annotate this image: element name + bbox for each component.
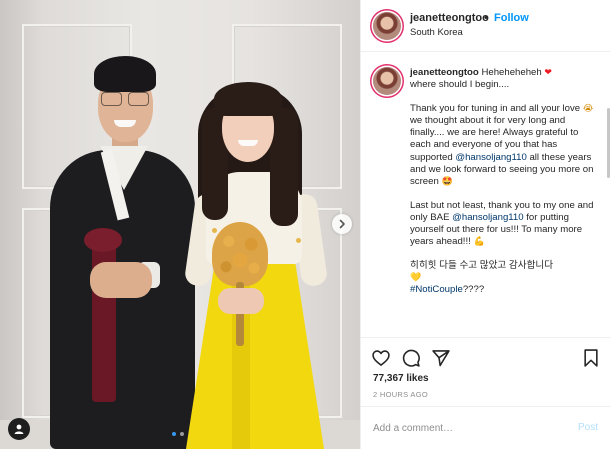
like-button[interactable] — [370, 347, 392, 369]
header-username[interactable]: jeanetteongtoo — [410, 12, 489, 24]
blouse-pattern-dot — [296, 238, 301, 243]
caption-line: Thank you for tuning in and all your lov… — [410, 103, 581, 115]
add-comment-bar: Post — [361, 406, 610, 449]
hashtag-suffix: ???? — [462, 284, 485, 296]
post-photo[interactable] — [0, 0, 360, 449]
mention-link[interactable]: @hansoljang110 — [452, 212, 523, 223]
location-link[interactable]: South Korea — [410, 27, 463, 38]
carousel-next-button[interactable] — [332, 214, 352, 234]
man-sash — [92, 232, 116, 402]
comment-input[interactable] — [373, 419, 563, 437]
post-header: jeanetteongtoo • Follow South Korea — [361, 0, 610, 52]
comment-button[interactable] — [400, 347, 422, 369]
avatar[interactable] — [373, 67, 401, 95]
caption-username[interactable]: jeanetteongtoo — [410, 67, 479, 78]
woman-smile — [238, 140, 258, 146]
caption-korean-line: 히히힛 다들 수고 많았고 감사합니다 — [410, 260, 554, 272]
star-struck-emoji: 🤩 — [441, 176, 453, 187]
blouse-pattern-dot — [212, 228, 217, 233]
woman-hair-right — [270, 108, 298, 226]
tagged-users-button[interactable] — [8, 418, 30, 440]
follow-button[interactable]: Follow — [494, 12, 529, 24]
bookmark-icon — [584, 349, 598, 367]
like-count[interactable]: 77,367 likes — [373, 373, 429, 384]
avatar[interactable] — [373, 12, 401, 40]
caption-text: jeanetteongtoo Heheheheheh ❤ where shoul… — [410, 67, 596, 297]
speech-bubble-icon — [402, 349, 420, 367]
caption-line: Heheheheheh — [481, 67, 542, 78]
save-button[interactable] — [580, 347, 602, 369]
header-separator: • — [484, 12, 488, 24]
yellow-heart-emoji: 💛 — [410, 273, 422, 284]
carousel-dot — [180, 432, 184, 436]
post-timestamp[interactable]: 2 HOURS AGO — [373, 390, 428, 399]
caption-line: where should I begin.... — [410, 79, 510, 91]
man-sash-knot — [84, 228, 122, 252]
caption-area: jeanetteongtoo Heheheheheh ❤ where shoul… — [361, 53, 610, 336]
heart-outline-icon — [372, 350, 390, 366]
post-side-panel: jeanetteongtoo • Follow South Korea jean… — [360, 0, 610, 449]
hashtag-link[interactable]: #NotiCouple — [410, 284, 463, 295]
dried-flower-bouquet — [212, 222, 268, 286]
user-tag-icon — [14, 424, 24, 434]
chevron-right-icon — [339, 219, 345, 229]
carousel-dot-active — [172, 432, 176, 436]
man-hair — [94, 56, 156, 92]
paper-plane-icon — [432, 350, 450, 367]
flexed-arm-emoji: 💪 — [473, 237, 485, 248]
post-actions: 77,367 likes 2 HOURS AGO — [361, 337, 610, 399]
share-button[interactable] — [430, 347, 452, 369]
carousel-indicator — [172, 432, 184, 436]
woman-hair-top — [214, 82, 282, 116]
red-heart-emoji: ❤ — [544, 68, 552, 78]
man-smile — [114, 120, 136, 127]
woman-hands — [218, 288, 264, 314]
crying-emoji: 😭 — [582, 104, 594, 115]
man-hands — [90, 262, 152, 298]
mention-link[interactable]: @hansoljang110 — [455, 152, 526, 163]
man-glasses — [101, 92, 149, 106]
post-comment-button[interactable]: Post — [578, 422, 598, 433]
